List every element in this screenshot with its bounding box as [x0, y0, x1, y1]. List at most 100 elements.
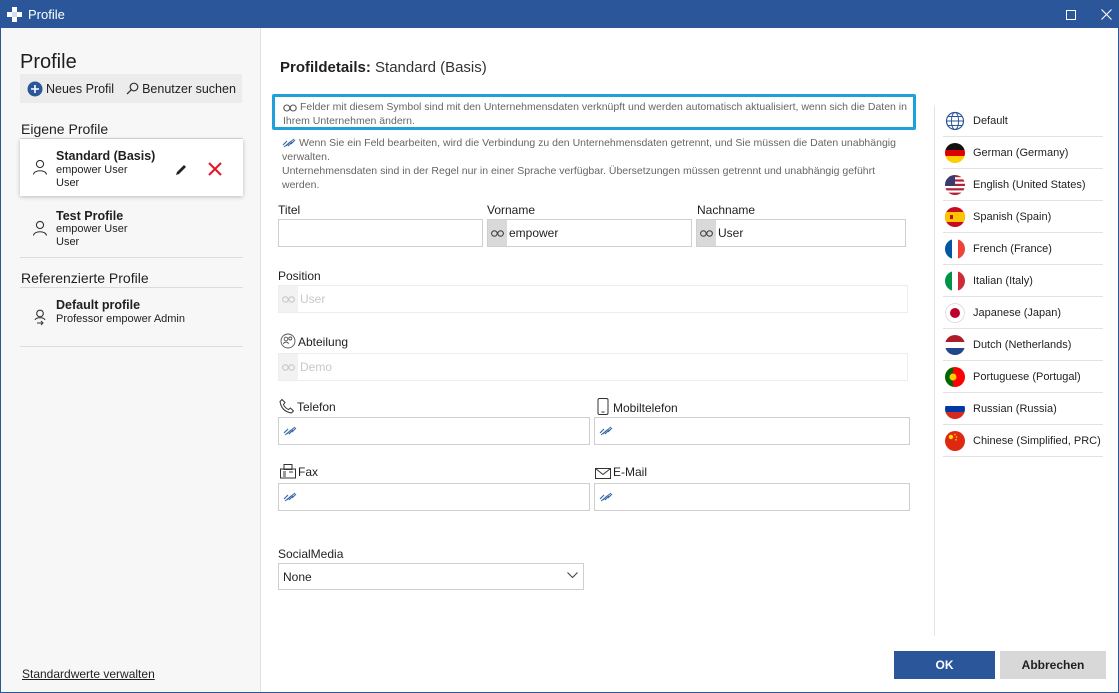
- flag-de-icon: [945, 143, 965, 163]
- broken-link-icon: [283, 492, 297, 502]
- sidebar-title: Profile: [20, 51, 77, 73]
- unlinked-fields-notice: Wenn Sie ein Feld bearbeiten, wird die V…: [282, 136, 902, 192]
- socialmedia-value: None: [283, 569, 312, 584]
- search-user-button[interactable]: Benutzer suchen: [126, 82, 236, 96]
- title-bar[interactable]: Profile: [1, 1, 1118, 28]
- window-title: Profile: [28, 7, 65, 22]
- abteilung-label: Abteilung: [280, 333, 348, 349]
- telefon-input[interactable]: [278, 417, 590, 445]
- profile-item-standard[interactable]: Standard (Basis) empower User User: [20, 139, 243, 196]
- divider: [20, 346, 243, 347]
- email-label-text: E-Mail: [613, 465, 648, 479]
- link-toggle: [279, 354, 298, 380]
- page-title-label: Profildetails:: [280, 59, 371, 76]
- linked-notice-text: Felder mit diesem Symbol sind mit den Un…: [283, 101, 907, 127]
- user-icon: [32, 159, 48, 175]
- language-label: Default: [973, 115, 1008, 127]
- delete-x-icon[interactable]: [207, 161, 223, 177]
- language-item-english[interactable]: English (United States): [943, 170, 1103, 201]
- position-label: Position: [278, 269, 321, 283]
- department-icon: [280, 333, 296, 349]
- profile-name: Standard (Basis): [56, 149, 156, 163]
- edit-pencil-icon[interactable]: [174, 163, 188, 177]
- referenced-profiles-heading: Referenzierte Profile: [21, 270, 149, 286]
- language-item-default[interactable]: Default: [943, 106, 1103, 137]
- abteilung-label-text: Abteilung: [298, 335, 349, 349]
- new-profile-button[interactable]: Neues Profil: [27, 81, 114, 97]
- mobiltelefon-input[interactable]: [594, 417, 910, 445]
- ok-button[interactable]: OK: [894, 651, 995, 679]
- link-toggle[interactable]: [697, 220, 716, 246]
- unlinked-indicator: [283, 492, 297, 502]
- fax-label: Fax: [280, 464, 318, 479]
- telefon-label: Telefon: [279, 398, 336, 414]
- page-title: Profildetails: Standard (Basis): [280, 59, 487, 76]
- language-item-chinese[interactable]: Chinese (Simplified, PRC): [943, 426, 1103, 457]
- language-label: Portuguese (Portugal): [973, 371, 1081, 383]
- email-input[interactable]: [594, 483, 910, 511]
- language-label: English (United States): [973, 179, 1086, 191]
- language-label: Dutch (Netherlands): [973, 339, 1072, 351]
- profile-owner: Professor empower Admin: [56, 313, 185, 325]
- flag-ru-icon: [945, 399, 965, 419]
- language-item-french[interactable]: French (France): [943, 234, 1103, 265]
- divider: [20, 287, 243, 288]
- position-input: User: [278, 285, 908, 313]
- unlinked-notice-text-1: Wenn Sie ein Feld bearbeiten, wird die V…: [282, 137, 896, 163]
- link-toggle[interactable]: [488, 220, 507, 246]
- language-item-russian[interactable]: Russian (Russia): [943, 394, 1103, 425]
- close-button[interactable]: [1088, 1, 1119, 28]
- profile-name: Default profile: [56, 298, 141, 312]
- link-toggle: [279, 286, 298, 312]
- mobiltelefon-label: Mobiltelefon: [597, 398, 678, 415]
- language-label: Spanish (Spain): [973, 211, 1052, 223]
- own-profiles-heading: Eigene Profile: [21, 121, 109, 137]
- search-icon: [126, 82, 139, 95]
- link-icon: [491, 229, 504, 237]
- mail-icon: [595, 468, 611, 479]
- language-item-japanese[interactable]: Japanese (Japan): [943, 298, 1103, 329]
- fax-label-text: Fax: [298, 465, 319, 479]
- link-icon: [283, 104, 297, 112]
- manage-defaults-link[interactable]: Standardwerte verwalten: [22, 667, 155, 681]
- shared-user-icon: [34, 309, 46, 326]
- language-label: German (Germany): [973, 147, 1069, 159]
- unlinked-notice-text-2: Unternehmensdaten sind in der Regel nur …: [282, 165, 876, 191]
- language-item-dutch[interactable]: Dutch (Netherlands): [943, 330, 1103, 361]
- profile-item-default[interactable]: Default profile Professor empower Admin: [20, 289, 243, 346]
- profile-role: User: [56, 236, 80, 248]
- fax-input[interactable]: [278, 483, 590, 511]
- language-item-italian[interactable]: Italian (Italy): [943, 266, 1103, 297]
- vorname-label: Vorname: [487, 203, 536, 217]
- titel-label: Titel: [278, 203, 301, 217]
- language-item-german[interactable]: German (Germany): [943, 138, 1103, 169]
- flag-pt-icon: [945, 367, 965, 387]
- telefon-label-text: Telefon: [297, 400, 336, 414]
- titel-input[interactable]: [278, 219, 483, 247]
- divider: [20, 257, 243, 258]
- cancel-button[interactable]: Abbrechen: [1000, 651, 1106, 679]
- abteilung-value: Demo: [300, 360, 333, 374]
- vorname-value: empower: [509, 226, 559, 240]
- profile-owner: empower User: [56, 223, 128, 235]
- language-item-spanish[interactable]: Spanish (Spain): [943, 202, 1103, 233]
- socialmedia-select[interactable]: None: [278, 563, 584, 590]
- profile-role: User: [56, 177, 80, 189]
- abteilung-input: Demo: [278, 353, 908, 381]
- language-label: Russian (Russia): [973, 403, 1057, 415]
- nachname-input[interactable]: User: [696, 219, 906, 247]
- language-label: French (France): [973, 243, 1052, 255]
- maximize-button[interactable]: [1053, 1, 1089, 28]
- profile-item-test[interactable]: Test Profile empower User User: [20, 200, 243, 257]
- linked-fields-notice: Felder mit diesem Symbol sind mit den Un…: [272, 94, 916, 130]
- mobile-phone-icon: [597, 398, 609, 415]
- language-item-portuguese[interactable]: Portuguese (Portugal): [943, 362, 1103, 393]
- vorname-input[interactable]: empower: [487, 219, 692, 247]
- broken-link-icon: [283, 426, 297, 436]
- language-label: Italian (Italy): [973, 275, 1033, 287]
- email-label: E-Mail: [595, 465, 647, 479]
- phone-icon: [279, 398, 295, 414]
- nachname-value: User: [718, 226, 744, 240]
- new-profile-label: Neues Profil: [46, 81, 115, 96]
- sidebar-toolbar: Neues Profil Benutzer suchen: [20, 74, 242, 103]
